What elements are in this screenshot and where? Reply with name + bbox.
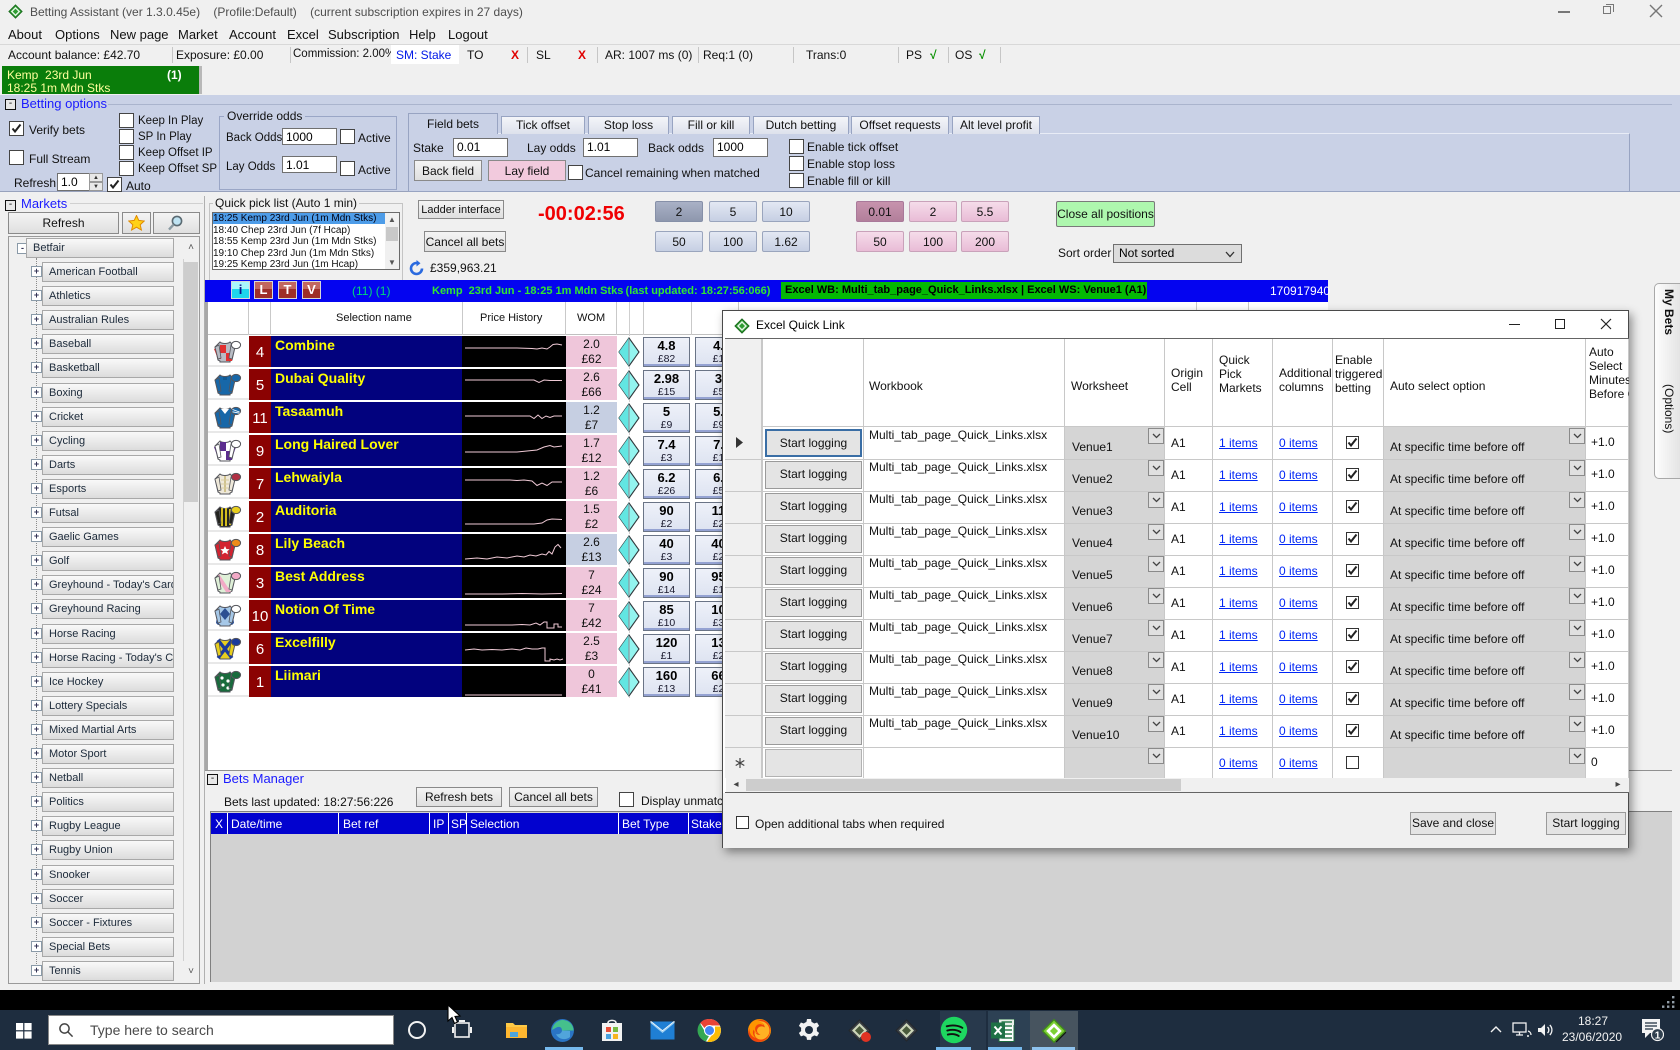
svg-text:1: 1 [1655, 1031, 1661, 1042]
